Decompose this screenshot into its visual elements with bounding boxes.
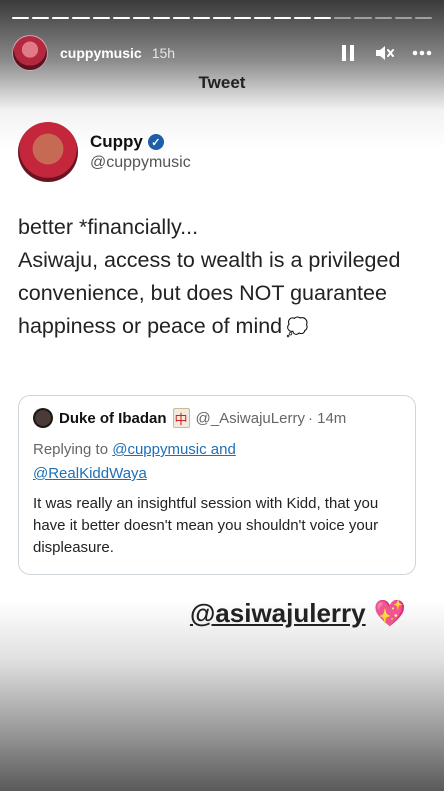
story-progress-segment	[374, 17, 392, 19]
tweet-header-title: Tweet	[198, 73, 246, 92]
story-progress-segment	[132, 17, 150, 19]
quoted-tweet-text: It was really an insightful session with…	[33, 495, 379, 556]
story-progress-segment	[72, 17, 90, 19]
quoted-tweet: Duke of Ibadan 中 @_AsiwajuLerry · 14m Re…	[18, 395, 416, 575]
quoted-display-name: Duke of Ibadan	[59, 409, 167, 427]
author-display-name: Cuppy	[90, 132, 143, 151]
tweet-line-1: better *financially...	[18, 215, 199, 239]
story-progress-segment	[92, 17, 110, 19]
tweet-body: better *financially... Asiwaju, access t…	[18, 211, 428, 344]
story-progress-segment	[293, 17, 312, 19]
thought-bubble-icon: 💭	[286, 317, 309, 337]
story-progress-segment	[233, 17, 251, 19]
quoted-time: · 14m	[307, 409, 347, 427]
quoted-tweet-header: Duke of Ibadan 中 @_AsiwajuLerry · 14m	[33, 408, 401, 428]
story-container[interactable]: cuppymusic 15h Tweet Cuppy ✓ @cuppymusic	[0, 0, 444, 791]
story-header: cuppymusic 15h	[12, 35, 432, 71]
mention-text[interactable]: @asiwajulerry	[190, 598, 366, 629]
replying-prefix: Replying to	[33, 441, 113, 458]
story-progress-segment	[213, 17, 231, 19]
story-progress-bar	[12, 17, 432, 19]
verified-badge-icon: ✓	[147, 134, 164, 150]
pause-icon[interactable]	[342, 45, 356, 61]
story-progress-segment	[32, 17, 50, 19]
author-handle: @cuppymusic	[90, 154, 191, 171]
story-progress-segment	[173, 17, 191, 19]
author-avatar	[18, 122, 78, 182]
mention-sticker[interactable]: @asiwajulerry 💖	[190, 598, 406, 629]
story-progress-segment	[152, 17, 171, 19]
tweet-author: Cuppy ✓ @cuppymusic	[18, 122, 191, 182]
story-progress-segment	[193, 17, 211, 19]
quoted-avatar	[33, 408, 53, 428]
tweet-line-2-text: Asiwaju, access to wealth is a privilege…	[18, 248, 401, 338]
story-progress-segment	[394, 17, 412, 19]
story-progress-segment	[314, 17, 332, 19]
mute-icon[interactable]	[374, 44, 394, 62]
story-progress-segment	[334, 17, 352, 19]
story-progress-segment	[253, 17, 271, 19]
reply-link-realkiddwaya[interactable]: @RealKiddWaya	[33, 465, 147, 482]
quoted-handle: @_AsiwajuLerry	[195, 409, 305, 427]
story-progress-segment	[112, 17, 130, 19]
story-progress-segment	[12, 17, 30, 19]
more-icon[interactable]	[412, 50, 432, 56]
mahjong-emoji-icon: 中	[172, 408, 190, 428]
story-username[interactable]: cuppymusic	[60, 45, 142, 61]
story-progress-segment	[414, 17, 432, 19]
reply-link-cuppymusic[interactable]: @cuppymusic and	[112, 441, 236, 458]
story-time: 15h	[151, 45, 176, 61]
sparkling-heart-icon: 💖	[373, 598, 406, 628]
author-display-name-row: Cuppy ✓	[90, 132, 191, 152]
story-progress-segment	[52, 17, 70, 19]
tweet-line-2: Asiwaju, access to wealth is a privilege…	[18, 244, 428, 344]
story-progress-segment	[273, 17, 291, 19]
story-progress-segment	[354, 17, 372, 19]
replying-to: Replying to @cuppymusic and @RealKiddWay…	[33, 438, 401, 486]
story-avatar[interactable]	[12, 35, 48, 71]
